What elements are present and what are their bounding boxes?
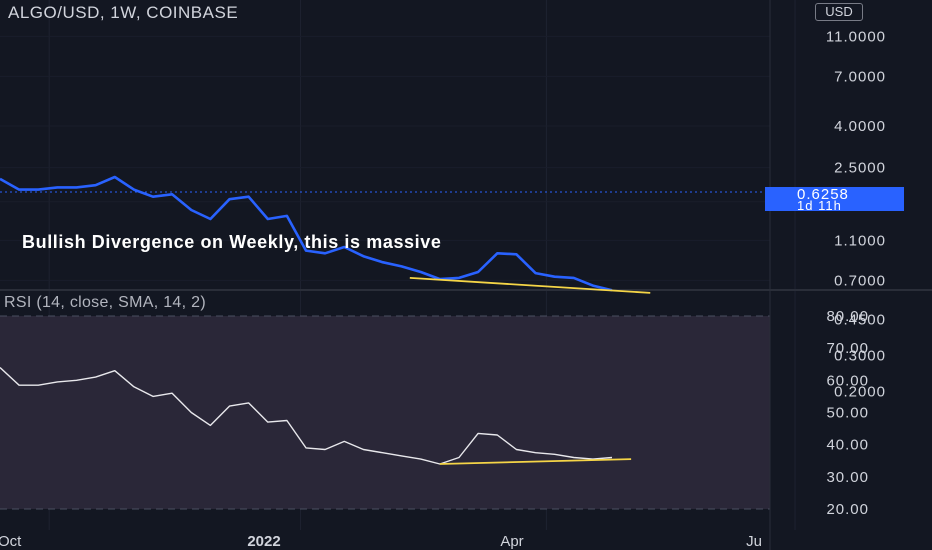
rsi-axis-tick-label: 60.00 [826,372,869,389]
price-axis-tick-label: 4.0000 [834,118,886,135]
rsi-axis-tick-label: 40.00 [826,437,869,454]
time-axis-tick-label: Oct [0,533,22,550]
price-axis-tick-label: 2.5000 [834,160,886,177]
rsi-band [0,316,770,509]
rsi-axis-tick-label: 70.00 [826,340,869,357]
price-axis-tick-label: 0.7000 [834,272,886,289]
time-axis-tick-label: Ju [746,533,762,550]
price-axis-tick-label: 11.0000 [826,28,886,45]
rsi-axis-tick-label: 20.00 [826,501,869,518]
candle-countdown: 1d 11h [797,198,842,213]
price-axis-tick-label: 7.0000 [834,68,886,85]
rsi-axis-tick-label: 80.00 [826,308,869,325]
chart-title: ALGO/USD, 1W, COINBASE [8,3,239,22]
chart-canvas[interactable]: 11.00007.00004.00002.50001.70001.10000.7… [0,0,932,550]
chart-root[interactable]: 11.00007.00004.00002.50001.70001.10000.7… [0,0,932,550]
divergence-annotation: Bullish Divergence on Weekly, this is ma… [22,232,442,252]
price-axis-tick-label: 1.1000 [834,232,886,249]
current-price-tag: 0.6258 1d 11h [765,186,904,213]
rsi-axis-tick-label: 30.00 [826,469,869,486]
rsi-axis-tick-label: 50.00 [826,405,869,422]
rsi-indicator-title[interactable]: RSI (14, close, SMA, 14, 2) [4,294,206,312]
price-axis-unit[interactable]: USD [815,3,863,21]
time-axis-tick-label: 2022 [247,533,280,550]
time-axis-tick-label: Apr [500,533,523,550]
